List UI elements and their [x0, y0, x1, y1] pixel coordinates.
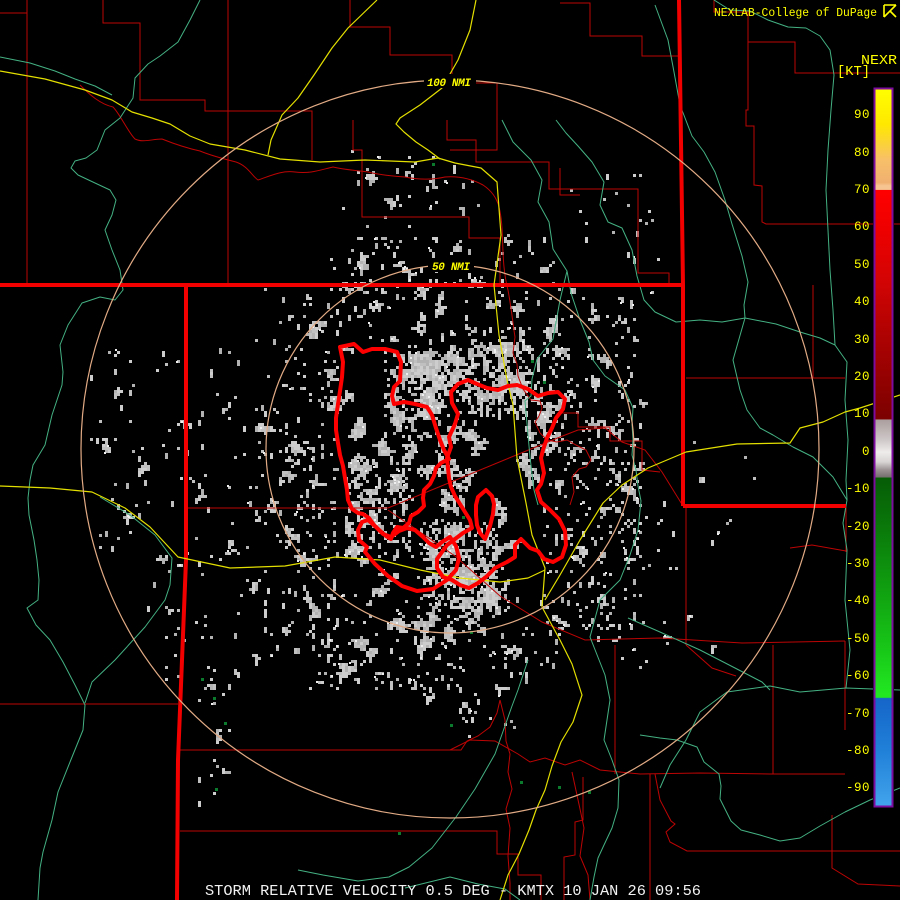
svg-text:50 NMI: 50 NMI	[432, 262, 470, 274]
svg-text:70: 70	[854, 183, 870, 197]
svg-text:50: 50	[854, 258, 870, 272]
svg-text:80: 80	[854, 146, 870, 160]
svg-text:-90: -90	[846, 781, 870, 795]
svg-text:-60: -60	[846, 669, 870, 683]
svg-text:10: 10	[854, 407, 870, 421]
svg-text:-30: -30	[846, 557, 870, 571]
svg-text:-20: -20	[846, 520, 870, 534]
svg-text:40: 40	[854, 295, 870, 309]
svg-text:0: 0	[862, 445, 870, 459]
svg-text:NEXLAB-College of DuPage: NEXLAB-College of DuPage	[714, 7, 877, 20]
svg-text:100 NMI: 100 NMI	[427, 78, 471, 90]
svg-text:60: 60	[854, 220, 870, 234]
svg-text:-40: -40	[846, 594, 870, 608]
svg-text:30: 30	[854, 333, 870, 347]
svg-text:20: 20	[854, 370, 870, 384]
svg-text:-70: -70	[846, 707, 870, 721]
svg-text:-80: -80	[846, 744, 870, 758]
svg-text:STORM RELATIVE VELOCITY 0.5 DE: STORM RELATIVE VELOCITY 0.5 DEG - KMTX 1…	[205, 883, 701, 900]
svg-text:-50: -50	[846, 632, 870, 646]
svg-text:-10: -10	[846, 482, 870, 496]
svg-text:90: 90	[854, 108, 870, 122]
svg-text:[KT]: [KT]	[837, 65, 870, 80]
